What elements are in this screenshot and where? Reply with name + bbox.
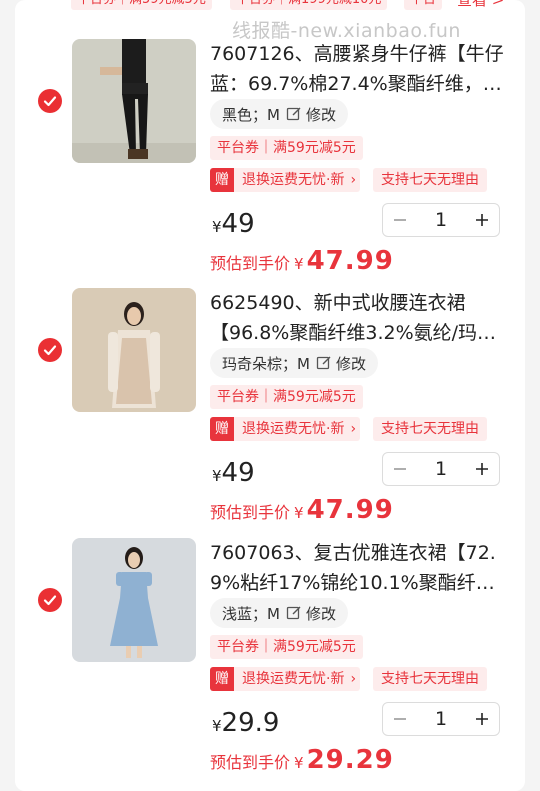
gift-badge: 赠 xyxy=(210,168,234,192)
spec-value: 浅蓝；M xyxy=(222,604,280,623)
gift-badge: 赠 xyxy=(210,667,234,691)
cart-item: 7607126、高腰紧身牛仔裤【牛仔 蓝：69.7%棉27.4%聚酯纤维，… 黑… xyxy=(0,39,540,289)
product-image[interactable] xyxy=(72,538,196,662)
edit-label: 修改 xyxy=(335,354,366,373)
decrease-button[interactable] xyxy=(383,453,417,485)
item-checkbox[interactable] xyxy=(38,89,62,113)
increase-button[interactable] xyxy=(465,703,499,735)
product-title[interactable]: 7607126、高腰紧身牛仔裤【牛仔 蓝：69.7%棉27.4%聚酯纤维，… xyxy=(210,39,512,99)
spec-selector[interactable]: 浅蓝；M 修改 xyxy=(210,598,348,628)
cart-item: 6625490、新中式收腰连衣裙 【96.8%聚酯纤维3.2%氨纶/玛… 玛奇朵… xyxy=(0,288,540,538)
coupon-tag: 平台券｜满59元减5元 xyxy=(210,385,363,409)
product-title[interactable]: 6625490、新中式收腰连衣裙 【96.8%聚酯纤维3.2%氨纶/玛… xyxy=(210,288,512,348)
edit-label: 修改 xyxy=(305,604,336,623)
item-checkbox[interactable] xyxy=(38,338,62,362)
gift-badge: 赠 xyxy=(210,417,234,441)
gift-service-tag[interactable]: 赠 退换运费无忧·新 › xyxy=(210,417,361,441)
quantity-stepper: 1 xyxy=(382,702,500,736)
spec-value: 黑色；M xyxy=(222,105,280,124)
check-icon xyxy=(43,595,57,606)
gift-text: 退换运费无忧·新 xyxy=(242,172,345,188)
check-icon xyxy=(43,96,57,107)
decrease-button[interactable] xyxy=(383,204,417,236)
minus-icon xyxy=(394,468,406,470)
increase-button[interactable] xyxy=(465,453,499,485)
coupon-tag: 平台券｜满199元减10元 xyxy=(230,0,388,10)
gift-text: 退换运费无忧·新 xyxy=(242,671,345,687)
gift-text: 退换运费无忧·新 xyxy=(242,421,345,437)
increase-button[interactable] xyxy=(465,204,499,236)
estimated-price: 预估到手价 ¥29.29 xyxy=(210,745,394,775)
cart-item: 7607063、复古优雅连衣裙【72. 9%粘纤17%锦纶10.1%聚酯纤维… … xyxy=(0,538,540,788)
quantity-value[interactable]: 1 xyxy=(417,458,465,480)
minus-icon xyxy=(394,718,406,720)
coupon-tag: 平台 xyxy=(404,0,443,10)
spec-selector[interactable]: 玛奇朵棕；M 修改 xyxy=(210,348,378,378)
spec-value: 玛奇朵棕；M xyxy=(222,354,310,373)
product-image[interactable] xyxy=(72,39,196,163)
chevron-right-icon: › xyxy=(350,671,357,687)
view-more-link[interactable]: 查看 > xyxy=(457,0,504,10)
plus-icon xyxy=(476,214,488,226)
quantity-value[interactable]: 1 xyxy=(417,708,465,730)
product-image[interactable] xyxy=(72,288,196,412)
plus-icon xyxy=(476,713,488,725)
top-coupon-strip: 平台券｜满59元减5元 平台券｜满199元减10元 平台 查看 > xyxy=(0,0,540,12)
return-policy-tag: 支持七天无理由 xyxy=(373,667,487,691)
gift-service-tag[interactable]: 赠 退换运费无忧·新 › xyxy=(210,168,361,192)
quantity-stepper: 1 xyxy=(382,452,500,486)
coupon-tag: 平台券｜满59元减5元 xyxy=(71,0,212,10)
chevron-right-icon: › xyxy=(350,172,357,188)
estimated-price: 预估到手价 ¥47.99 xyxy=(210,246,394,276)
return-policy-tag: 支持七天无理由 xyxy=(373,417,487,441)
check-icon xyxy=(43,345,57,356)
spec-selector[interactable]: 黑色；M 修改 xyxy=(210,99,348,129)
return-policy-tag: 支持七天无理由 xyxy=(373,168,487,192)
price: ¥49 xyxy=(212,458,255,488)
gift-service-tag[interactable]: 赠 退换运费无忧·新 › xyxy=(210,667,361,691)
chevron-right-icon: > xyxy=(491,0,505,9)
product-title[interactable]: 7607063、复古优雅连衣裙【72. 9%粘纤17%锦纶10.1%聚酯纤维… xyxy=(210,538,512,598)
edit-icon xyxy=(286,107,301,121)
quantity-stepper: 1 xyxy=(382,203,500,237)
item-checkbox[interactable] xyxy=(38,588,62,612)
decrease-button[interactable] xyxy=(383,703,417,735)
edit-label: 修改 xyxy=(305,105,336,124)
coupon-tag: 平台券｜满59元减5元 xyxy=(210,635,363,659)
edit-icon xyxy=(286,606,301,620)
minus-icon xyxy=(394,219,406,221)
edit-icon xyxy=(316,356,331,370)
price: ¥49 xyxy=(212,209,255,239)
coupon-tag: 平台券｜满59元减5元 xyxy=(210,136,363,160)
price: ¥29.9 xyxy=(212,708,280,738)
estimated-price: 预估到手价 ¥47.99 xyxy=(210,495,394,525)
quantity-value[interactable]: 1 xyxy=(417,209,465,231)
chevron-right-icon: › xyxy=(350,421,357,437)
plus-icon xyxy=(476,463,488,475)
